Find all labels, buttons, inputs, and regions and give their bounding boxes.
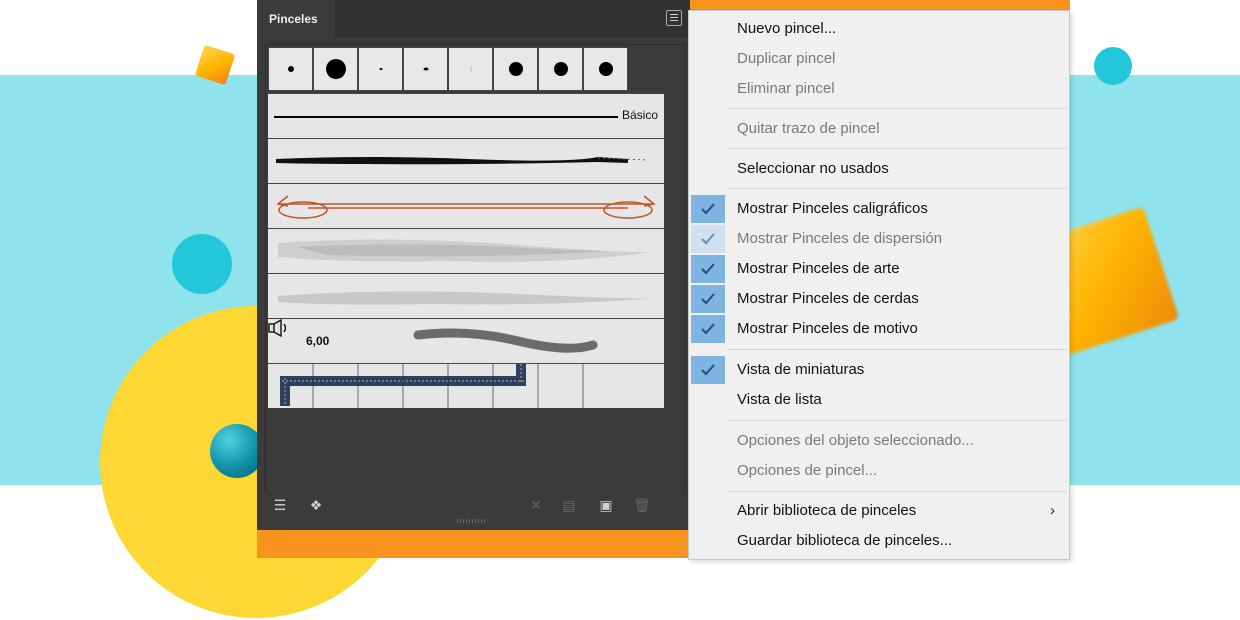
checkmark-icon (691, 225, 725, 253)
menu-item-show-scatter[interactable]: Mostrar Pinceles de dispersión (689, 224, 1069, 254)
menu-item-thumbnail-view[interactable]: Vista de miniaturas (689, 355, 1069, 385)
menu-separator (727, 420, 1067, 421)
checkmark-icon (691, 285, 725, 313)
brush-row-basic[interactable]: Básico (268, 93, 664, 138)
resize-grip[interactable] (457, 519, 487, 523)
menu-item-remove-brush-stroke[interactable]: Quitar trazo de pincel (689, 114, 1069, 144)
brush-row-charcoal[interactable] (268, 138, 664, 183)
basic-brush-label: Básico (621, 108, 658, 122)
panel-tabbar: Pinceles (257, 0, 690, 38)
menu-item-list-view[interactable]: Vista de lista (689, 385, 1069, 415)
brush-swatch[interactable] (403, 47, 448, 91)
menu-item-save-brush-library[interactable]: Guardar biblioteca de pinceles... (689, 526, 1069, 556)
brush-libraries-menu-icon[interactable]: ❖ (307, 496, 325, 514)
brush-row-pattern[interactable] (268, 363, 664, 408)
menu-item-delete-brush[interactable]: Eliminar pincel (689, 74, 1069, 104)
checkmark-icon (691, 195, 725, 223)
brush-swatch[interactable] (448, 47, 493, 91)
brush-swatch[interactable] (493, 47, 538, 91)
menu-item-show-calligraphic[interactable]: Mostrar Pinceles caligráficos (689, 194, 1069, 224)
brush-row-arrow[interactable] (268, 183, 664, 228)
brush-row-bristle[interactable]: 6,00 (268, 318, 664, 363)
options-icon[interactable]: ▤ (560, 496, 578, 514)
menu-item-new-brush[interactable]: Nuevo pincel... (689, 14, 1069, 44)
brushes-flyout-menu: Nuevo pincel... Duplicar pincel Eliminar… (688, 10, 1070, 560)
menu-item-show-bristle[interactable]: Mostrar Pinceles de cerdas (689, 284, 1069, 314)
brush-swatch[interactable] (583, 47, 628, 91)
brush-swatch[interactable] (358, 47, 403, 91)
new-brush-icon[interactable]: ▣ (597, 496, 615, 514)
brush-row-watercolor[interactable] (268, 228, 664, 273)
menu-separator (727, 108, 1067, 109)
menu-top-bar (690, 0, 1070, 10)
decorative-teal-sphere (210, 424, 264, 478)
delete-brush-icon[interactable]: 🗑 (633, 496, 651, 514)
menu-item-duplicate-brush[interactable]: Duplicar pincel (689, 44, 1069, 74)
brush-list: Básico 6,00 (265, 44, 685, 494)
menu-separator (727, 188, 1067, 189)
menu-item-show-pattern[interactable]: Mostrar Pinceles de motivo (689, 314, 1069, 344)
brush-swatch[interactable] (313, 47, 358, 91)
chevron-right-icon: › (1050, 502, 1055, 519)
panel-bottom-bar (257, 530, 690, 558)
decorative-cyan-dot (1094, 47, 1132, 85)
brush-row-dry-brush[interactable] (268, 273, 664, 318)
panel-menu-icon[interactable] (666, 10, 682, 26)
brush-swatch[interactable] (538, 47, 583, 91)
menu-separator (727, 491, 1067, 492)
decorative-cyan-dot (172, 234, 232, 294)
menu-item-show-art[interactable]: Mostrar Pinceles de arte (689, 254, 1069, 284)
panel-footer: ☰ ❖ ✕ ▤ ▣ 🗑 (257, 492, 690, 518)
remove-brush-stroke-icon[interactable]: ✕ (527, 496, 545, 514)
checkmark-icon (691, 356, 725, 384)
menu-item-select-unused[interactable]: Seleccionar no usados (689, 154, 1069, 184)
checkmark-icon (691, 255, 725, 283)
brushes-panel: Pinceles Básico 6,00 ☰ ❖ ✕ ▤ ▣ 🗑 (257, 0, 690, 558)
menu-item-selected-object-options[interactable]: Opciones del objeto seleccionado... (689, 426, 1069, 456)
tab-brushes[interactable]: Pinceles (257, 0, 335, 38)
checkmark-icon (691, 315, 725, 343)
menu-item-brush-options[interactable]: Opciones de pincel... (689, 456, 1069, 486)
calligraphic-brush-swatches (268, 47, 628, 91)
brush-swatch[interactable] (268, 47, 313, 91)
brush-library-icon[interactable]: ☰ (271, 496, 289, 514)
menu-item-open-brush-library[interactable]: Abrir biblioteca de pinceles › (689, 496, 1069, 526)
menu-separator (727, 148, 1067, 149)
menu-separator (727, 349, 1067, 350)
